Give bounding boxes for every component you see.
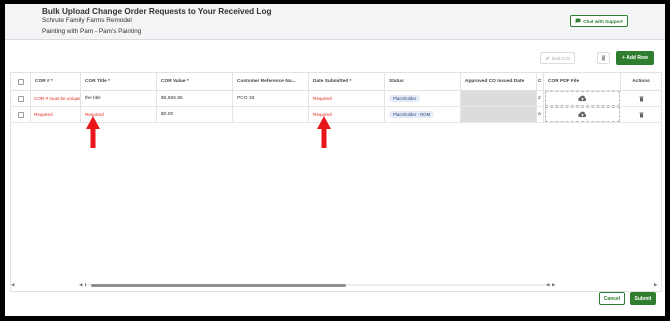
bulk-edit-label: Bulk Edit — [551, 55, 571, 61]
pencil-icon — [545, 56, 550, 60]
row-select-cell — [11, 107, 31, 122]
table-header: COR # * COR Title * COR Value * Customer… — [11, 73, 661, 91]
pdf-upload-dropzone[interactable] — [545, 107, 620, 122]
cor-number-cell[interactable]: COR # must be unique — [31, 91, 81, 106]
row-checkbox[interactable] — [17, 111, 24, 118]
actions-cell — [621, 107, 661, 122]
column-header-cor-title[interactable]: COR Title * — [81, 73, 157, 90]
scroll-right-arrow-icon[interactable]: ▶ — [654, 282, 657, 288]
select-all-checkbox[interactable] — [17, 78, 24, 85]
column-header-c[interactable]: C — [537, 73, 544, 90]
horizontal-scrollbar[interactable]: ◀ ◀ ▶ ◀ ▶ ▶ — [11, 282, 661, 288]
trash-icon[interactable] — [639, 112, 644, 118]
c-column-cell[interactable]: a — [537, 107, 544, 122]
column-header-cor-pdf-file[interactable]: COR PDF File — [544, 73, 621, 90]
scroll-right-arrow-icon[interactable]: ▶ — [552, 282, 555, 288]
c-column-cell[interactable]: 2 — [537, 91, 544, 106]
status-cell[interactable]: Placeholder — [385, 91, 461, 106]
row-checkbox[interactable] — [17, 95, 24, 102]
scroll-left-arrow-icon[interactable]: ◀ — [546, 282, 549, 288]
status-cell[interactable]: Placeholder - ROM — [385, 107, 461, 122]
status-badge: Placeholder - ROM — [389, 111, 435, 118]
bulk-delete-button[interactable] — [597, 52, 610, 64]
status-badge: Placeholder — [389, 95, 421, 102]
date-submitted-cell[interactable]: Required — [309, 91, 385, 106]
approved-co-date-cell — [461, 107, 537, 122]
cloud-upload-icon — [578, 95, 587, 102]
customer-reference-cell[interactable] — [233, 107, 309, 122]
scroll-left-arrow-icon[interactable]: ◀ — [79, 282, 82, 288]
company-name: Painting with Pam - Pam's Painting — [42, 28, 142, 35]
chat-with-support-button[interactable]: Chat with Support — [570, 15, 628, 27]
column-header-actions: Actions — [632, 79, 650, 84]
cor-value-cell[interactable]: $5,555.55 — [157, 91, 233, 106]
trash-icon — [601, 55, 606, 61]
customer-reference-cell[interactable]: PCO 33 — [233, 91, 309, 106]
column-header-cor-value[interactable]: COR Value * — [157, 73, 233, 90]
column-header-customer-reference[interactable]: Customer Reference Nu... — [233, 73, 309, 90]
annotation-arrow-up-icon — [317, 116, 331, 148]
page-title: Bulk Upload Change Order Requests to You… — [42, 7, 272, 16]
pdf-upload-dropzone[interactable] — [545, 91, 620, 106]
cancel-button[interactable]: Cancel — [599, 292, 625, 305]
cor-table: COR # * COR Title * COR Value * Customer… — [10, 72, 662, 292]
cloud-upload-icon — [578, 111, 587, 118]
actions-cell — [621, 91, 661, 106]
cor-value-cell[interactable]: $0.00 — [157, 107, 233, 122]
bulk-upload-dialog: Bulk Upload Change Order Requests to You… — [5, 4, 665, 316]
column-header-cor-number[interactable]: COR # * — [31, 73, 81, 90]
cor-title-cell[interactable]: the title — [81, 91, 157, 106]
add-row-button[interactable]: + Add Row — [616, 51, 654, 65]
approved-co-date-cell — [461, 91, 537, 106]
chat-with-support-label: Chat with Support — [583, 18, 623, 24]
trash-icon[interactable] — [639, 96, 644, 102]
bulk-edit-button[interactable]: Bulk Edit — [540, 52, 575, 64]
column-header-approved-co-date[interactable]: Approved CO Issued Date — [461, 73, 537, 90]
submit-button[interactable]: Submit — [630, 292, 656, 305]
table-row: COR # must be unique the title $5,555.55… — [11, 91, 661, 107]
chat-icon — [575, 18, 581, 24]
column-header-status[interactable]: Status — [385, 73, 461, 90]
select-all-cell — [11, 73, 31, 90]
scrollbar-thumb[interactable] — [91, 283, 346, 287]
row-select-cell — [11, 91, 31, 106]
scroll-left-arrow-icon[interactable]: ◀ — [11, 282, 14, 288]
table-row: Required Required $0.00 Required Placeho… — [11, 107, 661, 123]
cor-number-cell[interactable]: Required — [31, 107, 81, 122]
column-header-date-submitted[interactable]: Date Submitted * — [309, 73, 385, 90]
dialog-header: Bulk Upload Change Order Requests to You… — [5, 4, 665, 40]
project-name: Schrute Family Farms Remodel — [42, 17, 132, 24]
annotation-arrow-up-icon — [86, 116, 100, 148]
